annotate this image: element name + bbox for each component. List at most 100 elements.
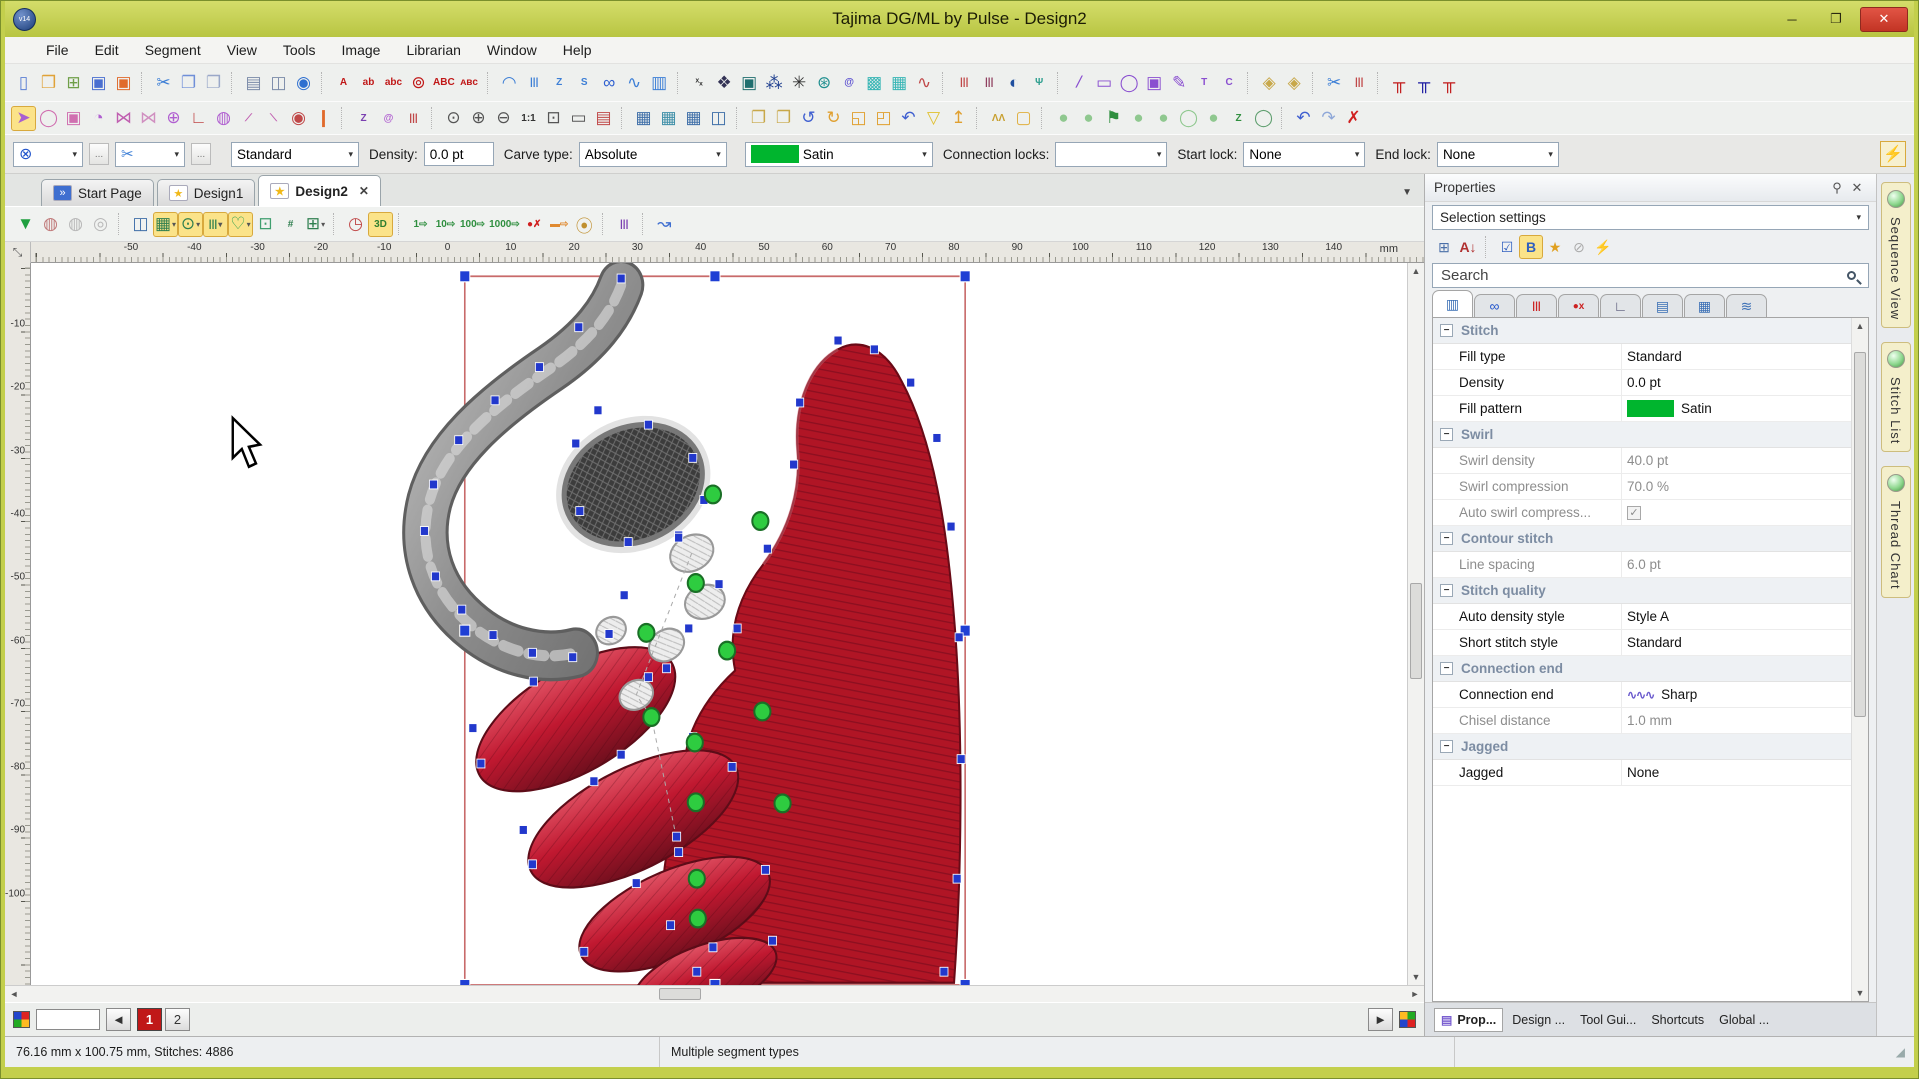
scroll-left-button[interactable]: ◄ bbox=[5, 986, 23, 1002]
rounded-patch[interactable]: ▢ bbox=[1011, 106, 1036, 131]
save-as[interactable]: ▣ bbox=[111, 70, 136, 95]
zoom-out[interactable]: ⊖ bbox=[491, 106, 516, 131]
pan-view[interactable]: ▭ bbox=[566, 106, 591, 131]
end-lock-combo[interactable]: None▾ bbox=[1437, 142, 1559, 167]
trim-options-button[interactable]: ... bbox=[191, 143, 211, 165]
step-segment[interactable]: ▬⇨ bbox=[547, 212, 572, 237]
draw-text[interactable]: T bbox=[1192, 70, 1217, 95]
current-thread-color[interactable] bbox=[36, 1009, 100, 1030]
categorized-view[interactable]: ⊞ bbox=[1432, 235, 1456, 259]
page-button-1[interactable]: 1 bbox=[137, 1008, 162, 1031]
apply-lightning[interactable]: ⚡ bbox=[1591, 235, 1615, 259]
insert-image[interactable]: ▣ bbox=[1142, 70, 1167, 95]
new-file[interactable]: ▯ bbox=[11, 70, 36, 95]
tab-underlay[interactable]: ||| bbox=[1516, 294, 1557, 317]
needle-sequence-1[interactable]: ╥ bbox=[1387, 70, 1412, 95]
print-preview[interactable]: ◫ bbox=[266, 70, 291, 95]
trident-branch[interactable]: Ψ bbox=[1027, 70, 1052, 95]
step-100[interactable]: 100⇨ bbox=[458, 212, 487, 237]
scroll-up-button[interactable]: ▲ bbox=[1408, 263, 1424, 279]
lettering-script[interactable]: abc bbox=[381, 70, 406, 95]
undo[interactable]: ↶ bbox=[1291, 106, 1316, 131]
draw-ellipse[interactable]: ◯ bbox=[1117, 70, 1142, 95]
thread-chart-grid-icon[interactable] bbox=[1399, 1011, 1416, 1028]
motif-square[interactable]: ▣ bbox=[737, 70, 762, 95]
outline-display[interactable]: ♡▾ bbox=[228, 212, 253, 237]
next-page-button[interactable]: ► bbox=[1368, 1008, 1393, 1031]
style-combo[interactable]: Standard▾ bbox=[231, 142, 359, 167]
property-value[interactable]: Satin bbox=[1621, 396, 1851, 421]
collapse-toggle[interactable]: − bbox=[1440, 324, 1453, 337]
cross-stitch[interactable]: ˣₓ bbox=[687, 70, 712, 95]
bottom-tab-global[interactable]: Global ... bbox=[1713, 1009, 1775, 1031]
favorites[interactable]: ★ bbox=[1543, 235, 1567, 259]
page-button-2[interactable]: 2 bbox=[165, 1008, 190, 1031]
property-value[interactable]: Standard bbox=[1621, 344, 1851, 369]
carve-type-combo[interactable]: Absolute▾ bbox=[579, 142, 727, 167]
tab-close-icon[interactable]: ✕ bbox=[359, 184, 369, 198]
property-value[interactable]: 1.0 mm bbox=[1621, 708, 1851, 733]
menu-file[interactable]: File bbox=[33, 42, 82, 58]
measure-compass[interactable]: ◔ bbox=[86, 106, 111, 131]
design-properties[interactable]: ◫ bbox=[706, 106, 731, 131]
filter-exclude-2[interactable]: ◍ bbox=[63, 212, 88, 237]
filter-eye[interactable]: ◎ bbox=[88, 212, 113, 237]
tag[interactable]: ◈ bbox=[1257, 70, 1282, 95]
stitch-globe[interactable]: ⊕ bbox=[161, 106, 186, 131]
checked-properties[interactable]: ☑ bbox=[1495, 235, 1519, 259]
property-value[interactable]: ∿∿∿Sharp bbox=[1621, 682, 1851, 707]
density-at[interactable]: @ bbox=[376, 106, 401, 131]
fill-pattern-combo[interactable]: Satin▾ bbox=[745, 142, 933, 167]
horizontal-scrollbar[interactable]: ◄ ► bbox=[5, 985, 1424, 1002]
spring-stitch[interactable]: ||| bbox=[952, 70, 977, 95]
machine-view[interactable]: ▦ bbox=[631, 106, 656, 131]
property-value[interactable]: Style A bbox=[1621, 604, 1851, 629]
filter-exclude[interactable]: ◍ bbox=[38, 212, 63, 237]
density-input[interactable]: 0.0 pt bbox=[424, 142, 494, 166]
reshape-bowtie[interactable]: ⋈ bbox=[111, 106, 136, 131]
stipple[interactable]: ⁂ bbox=[762, 70, 787, 95]
funnel-merge[interactable]: ▽ bbox=[921, 106, 946, 131]
import-merge[interactable]: ⊞ bbox=[61, 70, 86, 95]
zoom-fit[interactable]: ⊡ bbox=[541, 106, 566, 131]
horizontal-scroll-thumb[interactable] bbox=[659, 988, 701, 1000]
shape-loop-4[interactable]: ● bbox=[1151, 106, 1176, 131]
print[interactable]: ▤ bbox=[241, 70, 266, 95]
s-curve[interactable]: S bbox=[572, 70, 597, 95]
insert-pin[interactable]: ◉ bbox=[286, 106, 311, 131]
run-stitch[interactable]: Z bbox=[547, 70, 572, 95]
doc-tab-start-page[interactable]: »Start Page bbox=[41, 179, 154, 206]
bottom-tab-toolgui[interactable]: Tool Gui... bbox=[1574, 1009, 1642, 1031]
machine-download[interactable]: ▦ bbox=[681, 106, 706, 131]
lettering-circle[interactable]: ⊚ bbox=[406, 70, 431, 95]
lettering-caps[interactable]: ABC bbox=[431, 70, 457, 95]
bottom-tab-prop[interactable]: ▤Prop... bbox=[1434, 1008, 1503, 1032]
star-fill[interactable]: ✳ bbox=[787, 70, 812, 95]
trim-combo[interactable]: ✂ ▾ bbox=[115, 142, 185, 167]
help[interactable]: ◉ bbox=[291, 70, 316, 95]
strip-tab-thread-chart[interactable]: Thread Chart bbox=[1881, 466, 1911, 598]
grid-toggle[interactable]: ▦▾ bbox=[153, 212, 178, 237]
cut[interactable]: ✂ bbox=[151, 70, 176, 95]
rotate-left[interactable]: ↺ bbox=[796, 106, 821, 131]
tab-stitch[interactable]: ▥ bbox=[1432, 290, 1473, 317]
shape-loop-5[interactable]: ● bbox=[1201, 106, 1226, 131]
lasso-select[interactable]: ◯ bbox=[36, 106, 61, 131]
pump-density[interactable]: ↥ bbox=[946, 106, 971, 131]
delete[interactable]: ✗ bbox=[1341, 106, 1366, 131]
menu-view[interactable]: View bbox=[214, 42, 270, 58]
sort-az[interactable]: A↓ bbox=[1456, 235, 1480, 259]
scroll-down-button[interactable]: ▼ bbox=[1408, 969, 1424, 985]
step-stoplight[interactable]: ⦿ bbox=[572, 212, 597, 237]
slow-redraw-clock[interactable]: ◷ bbox=[343, 212, 368, 237]
yin-yang-fill[interactable]: ◐ bbox=[1002, 70, 1027, 95]
stitch-display[interactable]: |||▾ bbox=[203, 212, 228, 237]
shape-loop-2[interactable]: ● bbox=[1076, 106, 1101, 131]
zoom-tool[interactable]: ⊙ bbox=[441, 106, 466, 131]
property-value[interactable]: ✓ bbox=[1621, 500, 1851, 525]
tag-add[interactable]: ◈ bbox=[1282, 70, 1307, 95]
zoom-1-1[interactable]: 1:1 bbox=[516, 106, 541, 131]
tab-list-dropdown[interactable]: ▼ bbox=[1402, 187, 1412, 198]
step-10[interactable]: 10⇨ bbox=[433, 212, 458, 237]
close-button[interactable]: ✕ bbox=[1860, 7, 1908, 32]
